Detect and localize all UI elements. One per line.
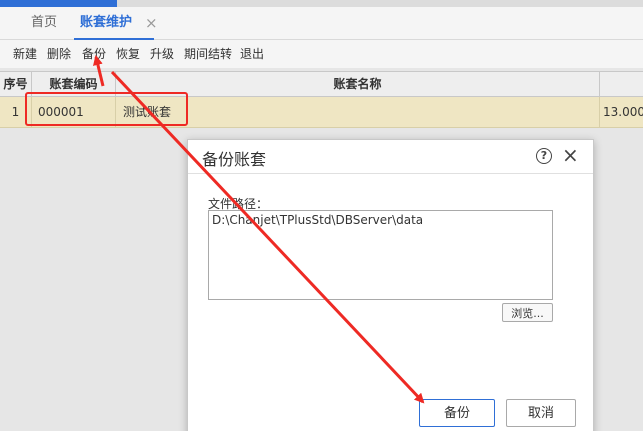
browse-button[interactable]: 浏览... (502, 303, 553, 322)
new-button[interactable]: 新建 (13, 40, 37, 68)
tab-close-icon[interactable]: × (145, 7, 158, 39)
tab-home[interactable]: 首页 (31, 7, 57, 39)
restore-button[interactable]: 恢复 (116, 40, 140, 68)
backup-confirm-button[interactable]: 备份 (419, 399, 495, 427)
row-account-name: 测试账套 (116, 97, 600, 127)
tab-account-maintenance[interactable]: 账套维护 (73, 7, 155, 40)
app-window: 首页 账套维护 × 新建 删除 备份 恢复 升级 期间结转 退出 序号 账套编码… (0, 0, 643, 431)
cancel-button[interactable]: 取消 (506, 399, 576, 427)
delete-button[interactable]: 删除 (47, 40, 71, 68)
row-extra-value: 13.000. (603, 105, 643, 119)
exit-button[interactable]: 退出 (240, 40, 264, 68)
help-icon[interactable]: ? (536, 148, 552, 164)
toolbar: 新建 删除 备份 恢复 升级 期间结转 退出 (0, 40, 643, 68)
period-carryover-button[interactable]: 期间结转 (184, 40, 232, 68)
close-icon[interactable]: × (562, 144, 579, 166)
top-strip (0, 0, 643, 7)
backup-button[interactable]: 备份 (82, 40, 106, 68)
dialog-divider (188, 173, 593, 174)
backup-dialog: 备份账套 ? × 文件路径： D:\Chanjet\TPlusStd\DBSer… (187, 139, 594, 431)
header-account-name[interactable]: 账套名称 (116, 72, 600, 96)
annotation-highlight-box (25, 92, 188, 126)
upgrade-button[interactable]: 升级 (150, 40, 174, 68)
dialog-title: 备份账套 (202, 150, 267, 169)
header-extra (600, 72, 643, 96)
top-accent-bar (0, 0, 117, 7)
tab-bar: 首页 账套维护 × (0, 7, 643, 40)
file-path-field[interactable]: D:\Chanjet\TPlusStd\DBServer\data (208, 210, 553, 300)
